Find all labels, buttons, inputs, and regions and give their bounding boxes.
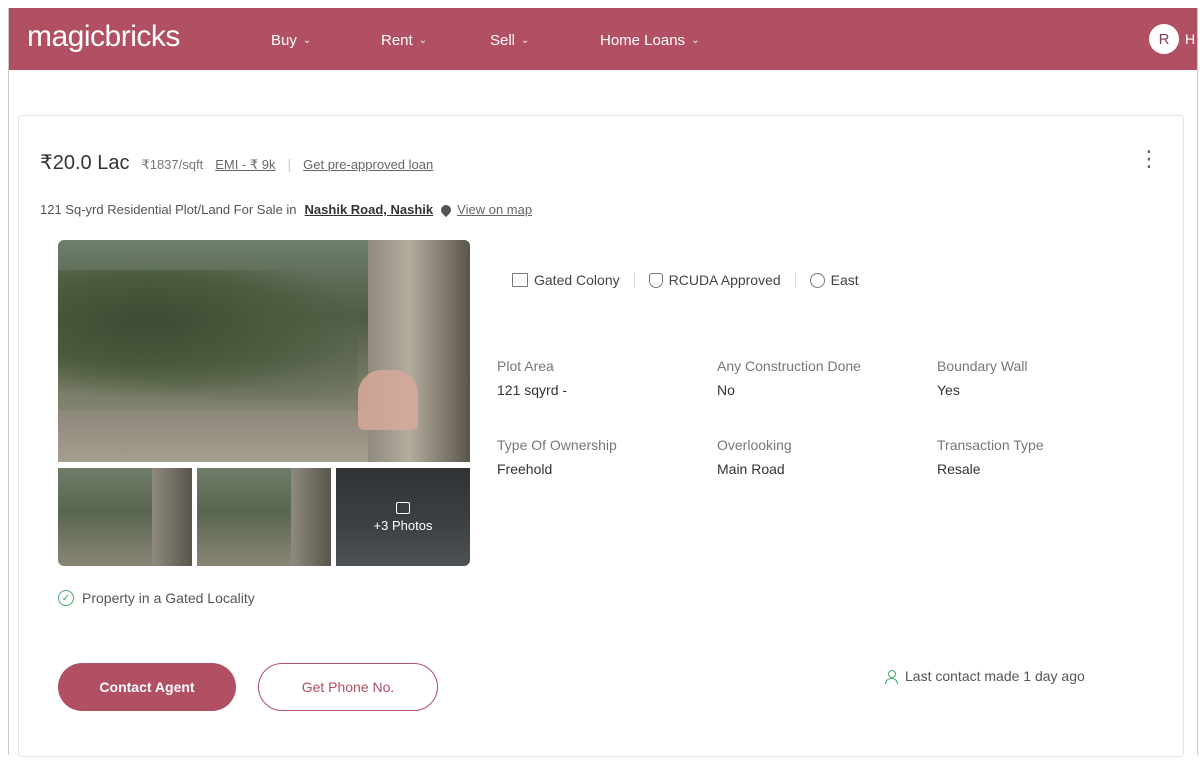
gallery-icon (396, 501, 410, 514)
detail-value: Yes (937, 382, 960, 398)
compass-icon (809, 272, 825, 288)
detail-plot-area: Plot Area 121 sqyrd - (497, 358, 567, 398)
price-per-sqft: ₹1837/sqft (141, 157, 204, 172)
person-icon (885, 669, 898, 684)
detail-value: Main Road (717, 461, 785, 477)
view-on-map-link[interactable]: View on map (439, 202, 533, 217)
detail-label: Any Construction Done (717, 358, 861, 374)
divider (794, 272, 796, 288)
detail-label: Boundary Wall (937, 358, 1028, 374)
more-photos-label: +3 Photos (373, 517, 433, 533)
feature-label: RCUDA Approved (668, 272, 781, 288)
chevron-down-icon: ⌄ (521, 35, 530, 46)
view-on-map-label: View on map (457, 202, 533, 217)
get-phone-number-button[interactable]: Get Phone No. (258, 663, 438, 711)
nav-home-loans[interactable]: Home Loans ⌄ (600, 32, 699, 49)
divider: | (287, 156, 292, 172)
detail-ownership: Type Of Ownership Freehold (497, 437, 617, 477)
emi-link[interactable]: EMI - ₹ 9k (215, 157, 275, 173)
user-name-truncated[interactable]: H (1185, 31, 1195, 47)
feature-gated-colony: Gated Colony (512, 272, 620, 288)
nav-sell-label: Sell (490, 32, 516, 49)
divider (633, 272, 635, 288)
check-circle-icon: ✓ (58, 590, 74, 606)
detail-value: Freehold (497, 461, 553, 477)
property-thumbnail[interactable] (58, 468, 192, 566)
contact-agent-button[interactable]: Contact Agent (58, 663, 236, 711)
nav-home-loans-label: Home Loans (600, 32, 686, 49)
nav-buy-label: Buy (271, 32, 297, 49)
gated-locality-note: ✓ Property in a Gated Locality (58, 590, 255, 606)
detail-overlooking: Overlooking Main Road (717, 437, 792, 477)
chevron-down-icon: ⌄ (691, 35, 700, 46)
more-photos-thumbnail[interactable]: +3 Photos (336, 468, 470, 566)
detail-label: Overlooking (717, 437, 792, 453)
price-row: ₹20.0 Lac ₹1837/sqft EMI - ₹ 9k | Get pr… (40, 150, 433, 175)
user-avatar[interactable]: R (1149, 24, 1179, 54)
detail-label: Type Of Ownership (497, 437, 617, 453)
detail-boundary-wall: Boundary Wall Yes (937, 358, 1028, 398)
detail-label: Transaction Type (937, 437, 1044, 453)
gated-locality-text: Property in a Gated Locality (82, 590, 255, 606)
more-options-icon[interactable]: ⋮ (1138, 148, 1160, 170)
feature-highlights: Gated Colony RCUDA Approved East (512, 272, 859, 288)
map-pin-icon (439, 202, 454, 217)
property-title-text: 121 Sq-yrd Residential Plot/Land For Sal… (40, 202, 297, 217)
chevron-down-icon: ⌄ (418, 35, 428, 46)
magicbricks-logo[interactable]: magicbricks (27, 20, 180, 54)
shield-icon (648, 272, 663, 288)
detail-construction-done: Any Construction Done No (717, 358, 861, 398)
nav-rent[interactable]: Rent ⌄ (381, 32, 427, 49)
pre-approved-loan-link[interactable]: Get pre-approved loan (303, 157, 433, 172)
property-thumbnail[interactable] (197, 468, 331, 566)
property-price: ₹20.0 Lac (40, 152, 130, 174)
last-contact-info: Last contact made 1 day ago (885, 668, 1085, 684)
detail-transaction-type: Transaction Type Resale (937, 437, 1044, 477)
feature-label: Gated Colony (534, 272, 620, 288)
feature-rcuda-approved: RCUDA Approved (648, 272, 781, 288)
last-contact-text: Last contact made 1 day ago (905, 668, 1085, 684)
detail-value: 121 sqyrd - (497, 382, 568, 398)
nav-rent-label: Rent (381, 32, 413, 49)
feature-facing: East (809, 272, 859, 288)
detail-value: No (717, 382, 735, 398)
building-icon (512, 273, 528, 287)
property-main-photo[interactable] (58, 240, 470, 462)
nav-buy[interactable]: Buy ⌄ (271, 32, 311, 49)
top-navigation-bar: magicbricks Buy ⌄ Rent ⌄ Sell ⌄ Home Loa… (9, 8, 1197, 70)
detail-label: Plot Area (497, 358, 554, 374)
locality-link[interactable]: Nashik Road, Nashik (305, 202, 434, 217)
feature-label: East (830, 272, 859, 288)
chevron-down-icon: ⌄ (302, 35, 312, 46)
detail-value: Resale (937, 461, 981, 477)
property-title: 121 Sq-yrd Residential Plot/Land For Sal… (40, 202, 532, 217)
nav-sell[interactable]: Sell ⌄ (490, 32, 529, 49)
